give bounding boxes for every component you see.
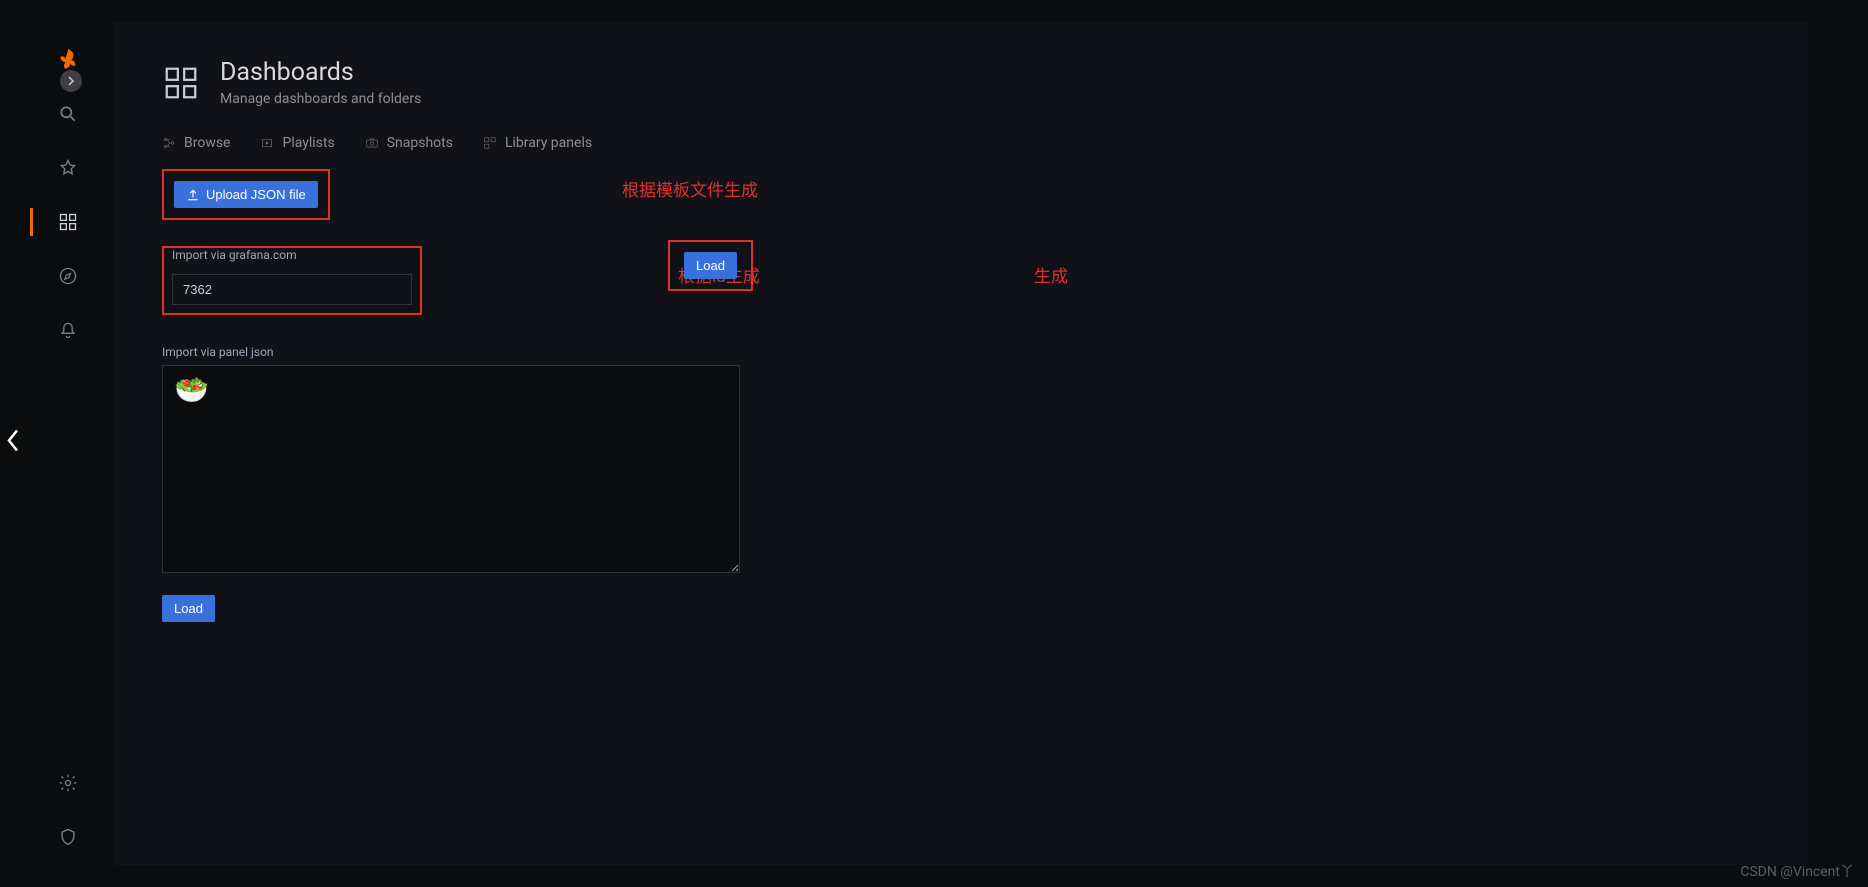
page-subtitle: Manage dashboards and folders xyxy=(220,91,421,107)
panel-json-textarea[interactable] xyxy=(162,365,740,573)
main-content: Dashboards Manage dashboards and folders… xyxy=(114,22,1808,865)
load-button-label: Load xyxy=(696,258,725,273)
gear-icon[interactable] xyxy=(48,763,88,803)
dashboards-icon[interactable] xyxy=(48,202,88,242)
annotation-upload: 根据模板文件生成 xyxy=(622,176,758,201)
grafana-id-input[interactable] xyxy=(172,274,412,305)
load-highlight-box: Load xyxy=(668,240,753,291)
tab-library-panels[interactable]: Library panels xyxy=(483,129,592,157)
tab-label: Snapshots xyxy=(387,135,453,151)
star-icon[interactable] xyxy=(48,148,88,188)
shield-icon[interactable] xyxy=(48,817,88,857)
upload-highlight-box: Upload JSON file xyxy=(162,169,330,220)
grafana-import-label: Import via grafana.com xyxy=(172,248,412,262)
nav-expand-toggle[interactable] xyxy=(60,70,82,92)
grafana-id-highlight-box: Import via grafana.com xyxy=(162,246,422,315)
explore-icon[interactable] xyxy=(48,256,88,296)
tab-browse[interactable]: Browse xyxy=(162,129,230,157)
tab-label: Library panels xyxy=(505,135,592,151)
search-icon[interactable] xyxy=(48,94,88,134)
load-id-button[interactable]: Load xyxy=(684,252,737,279)
watermark: CSDN @Vincent丫 xyxy=(1740,861,1854,881)
panel-json-label: Import via panel json xyxy=(162,345,1760,359)
load-json-button-label: Load xyxy=(174,601,203,616)
dashboards-header-icon xyxy=(162,64,200,102)
upload-icon xyxy=(186,188,200,202)
collapse-chevron-icon[interactable] xyxy=(0,422,26,465)
tab-playlists[interactable]: Playlists xyxy=(260,129,334,157)
page-title: Dashboards xyxy=(220,58,421,87)
alerting-icon[interactable] xyxy=(48,310,88,350)
tab-snapshots[interactable]: Snapshots xyxy=(365,129,453,157)
load-json-button[interactable]: Load xyxy=(162,595,215,622)
tab-label: Playlists xyxy=(282,135,334,151)
sidebar xyxy=(32,0,104,887)
tabs: Browse Playlists Snapshots Library panel… xyxy=(114,115,1808,157)
upload-button-label: Upload JSON file xyxy=(206,187,306,202)
upload-json-button[interactable]: Upload JSON file xyxy=(174,181,318,208)
tab-label: Browse xyxy=(184,135,230,151)
